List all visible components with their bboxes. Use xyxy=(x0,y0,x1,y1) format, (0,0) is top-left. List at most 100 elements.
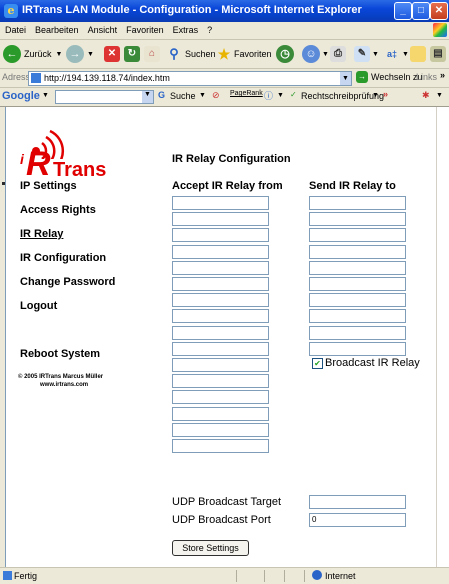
accept-ir-relay-input[interactable] xyxy=(172,439,269,453)
info-icon[interactable]: ⓘ xyxy=(264,89,273,102)
reboot-system-link[interactable]: Reboot System xyxy=(20,348,100,360)
popup-blocker-icon[interactable]: ⊘ xyxy=(212,90,220,101)
dropdown-arrow-icon: ▼ xyxy=(42,92,49,99)
edit-button[interactable]: ✎ ▼ xyxy=(354,44,379,64)
logo-trans: Trans xyxy=(53,159,107,181)
accept-ir-relay-input[interactable] xyxy=(172,277,269,291)
messenger-button[interactable]: ☺ ▼ xyxy=(302,44,329,64)
favorites-button[interactable]: ★ Favoriten xyxy=(216,44,272,64)
menu-help[interactable]: ? xyxy=(202,22,216,35)
accept-ir-relay-input[interactable] xyxy=(172,196,269,210)
accept-ir-relay-input[interactable] xyxy=(172,374,269,388)
send-ir-relay-input[interactable] xyxy=(309,342,406,356)
address-dropdown-icon[interactable]: ▼ xyxy=(340,72,351,85)
menu-ansicht[interactable]: Ansicht xyxy=(83,22,122,35)
refresh-button[interactable]: ↻ xyxy=(124,44,140,64)
vertical-scrollbar[interactable] xyxy=(436,107,449,567)
accept-ir-relay-input[interactable] xyxy=(172,245,269,259)
pagerank-label[interactable]: PageRank xyxy=(230,90,263,97)
udp-target-label: UDP Broadcast Target xyxy=(172,496,282,508)
udp-target-input[interactable] xyxy=(309,495,406,509)
page-content: i R Trans IP Settings Access Rights IR R… xyxy=(5,107,437,567)
send-ir-relay-input[interactable] xyxy=(309,261,406,275)
back-label: Zurück xyxy=(24,49,52,59)
print-icon: ⎙ xyxy=(330,46,346,62)
menu-bearbeiten[interactable]: Bearbeiten xyxy=(30,22,83,35)
google-search-button[interactable]: Suche xyxy=(170,91,196,101)
search-button[interactable]: ⚲ Suchen xyxy=(166,44,215,64)
links-more[interactable]: » xyxy=(440,70,445,80)
accept-ir-relay-input[interactable] xyxy=(172,326,269,340)
send-ir-relay-input[interactable] xyxy=(309,326,406,340)
google-more[interactable]: » xyxy=(383,89,388,99)
udp-port-input[interactable]: 0 xyxy=(309,513,406,527)
google-search-input[interactable]: ▼ xyxy=(55,90,154,104)
nav-ir-relay[interactable]: IR Relay xyxy=(20,228,63,240)
menu-bar: Datei Bearbeiten Ansicht Favoriten Extras? xyxy=(0,22,449,40)
accept-ir-relay-input[interactable] xyxy=(172,293,269,307)
links-label[interactable]: Links xyxy=(416,72,437,82)
extra-button[interactable]: ▤ xyxy=(430,44,446,64)
accept-ir-relay-input[interactable] xyxy=(172,358,269,372)
home-button[interactable]: ⌂ xyxy=(144,44,160,64)
google-logo[interactable]: Google xyxy=(2,90,40,102)
accept-ir-relay-input[interactable] xyxy=(172,407,269,421)
research-button[interactable]: a‡ ▼ xyxy=(384,44,409,64)
folder-button[interactable] xyxy=(410,44,426,64)
accept-ir-relay-input[interactable] xyxy=(172,309,269,323)
dropdown-arrow-icon: ▼ xyxy=(277,92,284,99)
stop-icon: ✕ xyxy=(104,46,120,62)
accept-ir-relay-input[interactable] xyxy=(172,390,269,404)
send-ir-relay-input[interactable] xyxy=(309,293,406,307)
dropdown-arrow-icon: ▼ xyxy=(372,92,379,99)
status-text: Fertig xyxy=(14,571,38,581)
forward-button[interactable]: → ▼ xyxy=(66,44,94,64)
minimize-button[interactable]: _ xyxy=(394,2,412,20)
nav-access-rights[interactable]: Access Rights xyxy=(20,204,96,216)
go-button[interactable]: Wechseln zu xyxy=(371,72,422,82)
send-header: Send IR Relay to xyxy=(309,180,396,192)
back-button[interactable]: ← Zurück ▼ xyxy=(3,44,62,64)
settings-icon[interactable]: ✱ xyxy=(422,90,430,101)
menu-extras[interactable]: Extras xyxy=(168,22,203,35)
back-arrow-icon: ← xyxy=(3,45,21,63)
title-bar[interactable]: e IRTrans LAN Module - Configuration - M… xyxy=(0,0,449,22)
messenger-icon: ☺ xyxy=(302,45,320,63)
stop-button[interactable]: ✕ xyxy=(104,44,120,64)
accept-ir-relay-input[interactable] xyxy=(172,261,269,275)
accept-ir-relay-input[interactable] xyxy=(172,228,269,242)
send-ir-relay-input[interactable] xyxy=(309,277,406,291)
menu-datei[interactable]: Datei xyxy=(0,22,30,35)
accept-ir-relay-input[interactable] xyxy=(172,212,269,226)
google-g-icon: G xyxy=(158,90,166,100)
history-icon: ◷ xyxy=(276,45,294,63)
history-button[interactable]: ◷ xyxy=(276,44,294,64)
accept-ir-relay-input[interactable] xyxy=(172,423,269,437)
address-url: http://194.139.118.74/index.htm xyxy=(44,73,170,83)
send-ir-relay-input[interactable] xyxy=(309,212,406,226)
nav-ir-configuration[interactable]: IR Configuration xyxy=(20,252,106,264)
window-title: IRTrans LAN Module - Configuration - Mic… xyxy=(22,4,362,16)
menu-favoriten[interactable]: Favoriten xyxy=(121,22,168,35)
nav-ip-settings[interactable]: IP Settings xyxy=(20,180,77,192)
print-button[interactable]: ⎙ xyxy=(330,44,346,64)
nav-change-password[interactable]: Change Password xyxy=(20,276,115,288)
dropdown-arrow-icon[interactable]: ▼ xyxy=(142,91,153,103)
broadcast-option[interactable]: ✔ Broadcast IR Relay xyxy=(312,357,420,369)
maximize-button[interactable]: □ xyxy=(412,2,430,20)
broadcast-label: Broadcast IR Relay xyxy=(325,357,420,369)
favorites-label: Favoriten xyxy=(234,49,272,59)
send-ir-relay-input[interactable] xyxy=(309,309,406,323)
nav-logout[interactable]: Logout xyxy=(20,300,57,312)
dropdown-arrow-icon: ▼ xyxy=(55,50,63,58)
send-ir-relay-input[interactable] xyxy=(309,228,406,242)
dropdown-arrow-icon: ▼ xyxy=(87,50,94,58)
send-ir-relay-input[interactable] xyxy=(309,196,406,210)
store-settings-button[interactable]: Store Settings xyxy=(172,540,249,556)
broadcast-checkbox[interactable]: ✔ xyxy=(312,357,323,369)
accept-ir-relay-input[interactable] xyxy=(172,342,269,356)
irtrans-logo: i R Trans xyxy=(20,119,130,181)
address-input[interactable]: http://194.139.118.74/index.htm ▼ xyxy=(28,71,352,86)
send-ir-relay-input[interactable] xyxy=(309,245,406,259)
close-button[interactable]: ✕ xyxy=(430,2,448,20)
